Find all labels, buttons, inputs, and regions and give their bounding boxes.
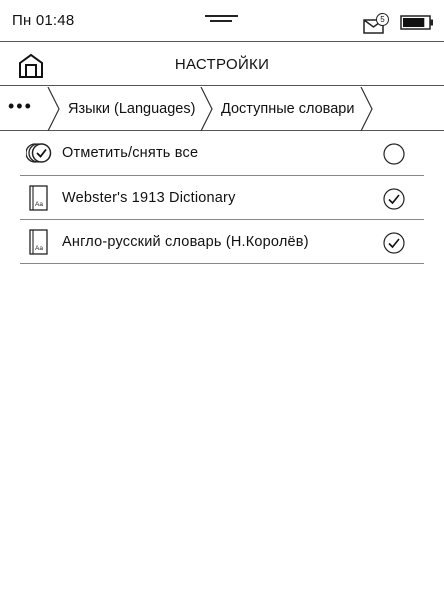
breadcrumb-more-button[interactable]: ••• (8, 97, 40, 119)
dictionary-list: Отметить/снять все Aa Webster's 1913 Dic… (20, 131, 424, 264)
battery-icon (400, 15, 433, 30)
menu-handle-icon[interactable] (205, 15, 238, 25)
select-all-row[interactable]: Отметить/снять все (20, 131, 424, 176)
chevron-right-icon (200, 87, 213, 131)
status-bar: Пн 01:48 5 (0, 0, 444, 42)
list-item-label: Webster's 1913 Dictionary (62, 190, 236, 206)
mail-count-badge: 5 (376, 13, 389, 26)
svg-text:Aa: Aa (35, 201, 43, 208)
chevron-right-icon (360, 87, 373, 131)
checkbox-dictionary[interactable] (383, 188, 405, 210)
svg-text:Aa: Aa (35, 245, 43, 252)
select-all-icon (26, 143, 52, 163)
title-bar: НАСТРОЙКИ (0, 43, 444, 86)
checkbox-dictionary[interactable] (383, 232, 405, 254)
breadcrumb-item-languages[interactable]: Языки (Languages) (68, 87, 195, 131)
list-item[interactable]: Aa Англо-русский словарь (Н.Королёв) (20, 220, 424, 264)
breadcrumb: ••• Языки (Languages) Доступные словари (0, 87, 444, 131)
status-time: Пн 01:48 (12, 12, 75, 29)
dictionary-book-icon: Aa (29, 229, 48, 255)
chevron-right-icon (47, 87, 60, 131)
checkbox-select-all[interactable] (383, 143, 405, 165)
page-title: НАСТРОЙКИ (174, 56, 270, 73)
list-item[interactable]: Aa Webster's 1913 Dictionary (20, 176, 424, 220)
dictionary-book-icon: Aa (29, 185, 48, 211)
list-item-label: Отметить/снять все (62, 145, 199, 161)
list-item-label: Англо-русский словарь (Н.Королёв) (62, 234, 309, 250)
breadcrumb-item-available-dictionaries[interactable]: Доступные словари (221, 87, 354, 131)
